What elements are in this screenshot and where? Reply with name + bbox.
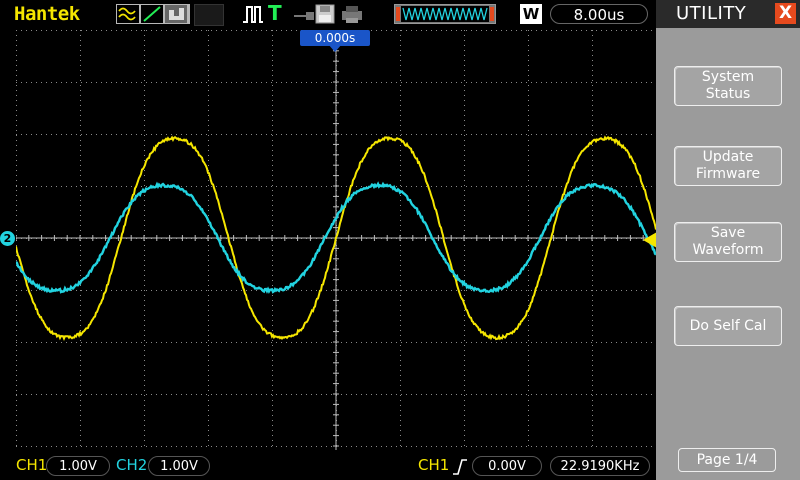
printer-icon <box>342 6 362 23</box>
button-label-line1: Do Self Cal <box>675 318 781 335</box>
window-mode-badge[interactable]: W <box>520 4 542 24</box>
waveform-display[interactable] <box>16 30 656 450</box>
acquire-run-icon <box>242 4 264 24</box>
trigger-position-arrow <box>328 44 342 52</box>
button-label-line2: Waveform <box>675 242 781 259</box>
self-cal-button[interactable]: Do Self Cal <box>674 306 782 346</box>
display-mode-icons[interactable] <box>116 4 190 24</box>
pulse-icon <box>242 4 264 24</box>
rising-edge-icon <box>452 458 468 476</box>
timebase-value[interactable]: 8.00us <box>550 4 648 24</box>
trigger-level-marker[interactable] <box>643 232 657 248</box>
floppy-save-icon <box>316 5 334 23</box>
top-status-bar: Hantek T W 8.00us <box>0 0 656 28</box>
menu-header: UTILITY X <box>656 0 800 28</box>
page-indicator[interactable]: Page 1/4 <box>678 448 776 472</box>
ch2-ground-marker[interactable]: 2 <box>0 231 15 246</box>
button-label-line2: Status <box>675 86 781 103</box>
system-status-button[interactable]: System Status <box>674 66 782 106</box>
update-firmware-button[interactable]: Update Firmware <box>674 146 782 186</box>
graticule <box>16 30 656 450</box>
ch2-label: CH2 <box>116 456 147 474</box>
utility-menu: UTILITY X System Status Update Firmware … <box>656 0 800 480</box>
menu-title: UTILITY <box>676 3 746 24</box>
button-label-line1: System <box>675 69 781 86</box>
save-waveform-button[interactable]: Save Waveform <box>674 222 782 262</box>
bottom-status-bar: CH1 1.00V CH2 1.00V CH1 0.00V 22.9190KHz <box>0 452 656 480</box>
trigger-status: T <box>268 1 282 25</box>
button-label-line2: Firmware <box>675 166 781 183</box>
waveform-mode-icon <box>116 4 190 24</box>
frequency-readout: 22.9190KHz <box>550 456 650 476</box>
trigger-level[interactable]: 0.00V <box>472 456 542 476</box>
brand-logo: Hantek <box>14 3 80 25</box>
ch1-label: CH1 <box>16 456 47 474</box>
close-icon[interactable]: X <box>775 3 796 24</box>
ch2-scale[interactable]: 1.00V <box>148 456 210 476</box>
usb-icon <box>294 12 314 20</box>
button-label-line1: Save <box>675 225 781 242</box>
trigger-source: CH1 <box>418 456 449 474</box>
storage-icons <box>292 4 364 24</box>
cursor-box <box>194 4 224 26</box>
button-label-line1: Update <box>675 149 781 166</box>
ch1-scale[interactable]: 1.00V <box>46 456 110 476</box>
memory-depth-indicator <box>394 4 496 24</box>
memory-waveform-icon <box>395 5 495 23</box>
